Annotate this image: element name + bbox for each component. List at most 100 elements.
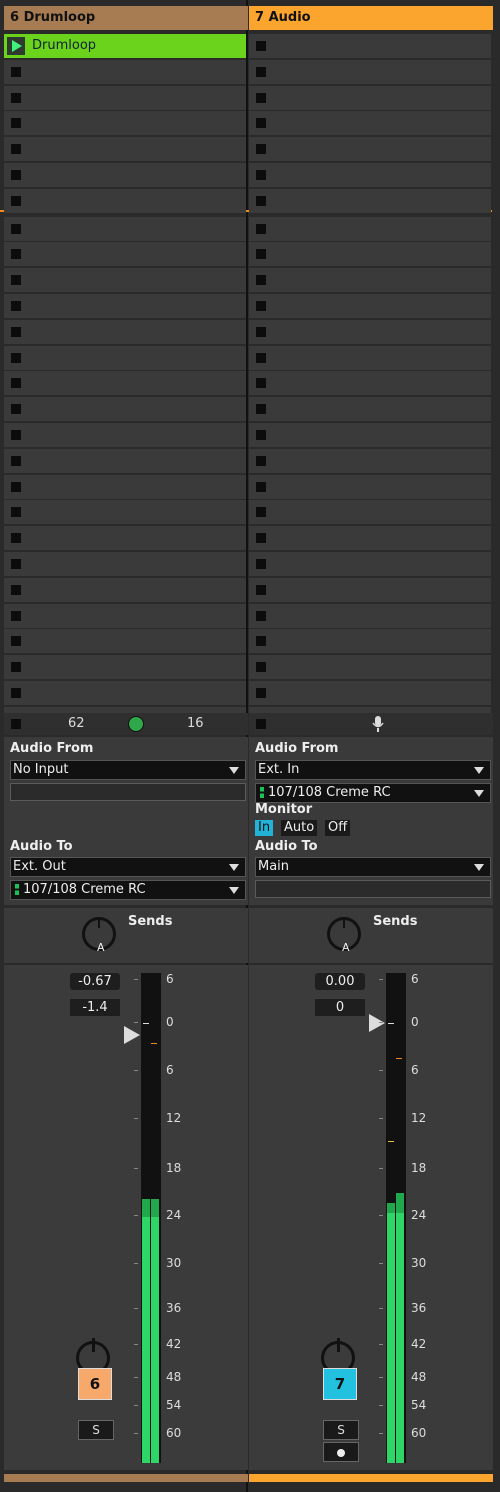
clip-slot[interactable] <box>4 320 246 344</box>
stop-icon[interactable] <box>11 585 21 595</box>
stop-icon[interactable] <box>256 170 266 180</box>
stop-icon[interactable] <box>256 719 266 729</box>
monitor-in-button[interactable]: In <box>255 820 274 836</box>
track-header[interactable]: 7 Audio <box>249 6 493 30</box>
stop-icon[interactable] <box>256 275 266 285</box>
stop-icon[interactable] <box>256 196 266 206</box>
clip-slot[interactable] <box>249 320 491 344</box>
clip-slot[interactable] <box>4 475 246 499</box>
volume-value[interactable]: -0.67 <box>70 973 120 990</box>
stop-icon[interactable] <box>256 482 266 492</box>
clip-slot[interactable] <box>249 137 491 161</box>
stop-icon[interactable] <box>11 662 21 672</box>
solo-button[interactable]: S <box>78 1420 114 1440</box>
clip-slot[interactable] <box>249 629 491 653</box>
stop-icon[interactable] <box>256 67 266 77</box>
clip-slot[interactable] <box>249 552 491 576</box>
stop-icon[interactable] <box>11 224 21 234</box>
volume-fader-handle[interactable] <box>369 1014 385 1032</box>
peak-value[interactable]: 0 <box>315 999 365 1016</box>
stop-icon[interactable] <box>256 378 266 388</box>
clip-slot[interactable] <box>249 655 491 679</box>
stop-icon[interactable] <box>11 482 21 492</box>
input-channel-select[interactable]: 107/108 Creme RC <box>255 783 491 803</box>
stop-icon[interactable] <box>11 301 21 311</box>
stop-icon[interactable] <box>11 688 21 698</box>
stop-icon[interactable] <box>11 636 21 646</box>
stop-icon[interactable] <box>256 430 266 440</box>
stop-icon[interactable] <box>11 67 21 77</box>
stop-icon[interactable] <box>11 378 21 388</box>
track-header[interactable]: 6 Drumloop <box>4 6 248 30</box>
stop-icon[interactable] <box>11 719 21 729</box>
clip-slot[interactable] <box>249 294 491 318</box>
monitor-off-button[interactable]: Off <box>325 820 351 836</box>
clip-slot[interactable] <box>4 346 246 370</box>
play-icon[interactable] <box>7 37 25 55</box>
clip-slot[interactable] <box>249 189 491 213</box>
clip-slot[interactable] <box>4 86 246 110</box>
stop-icon[interactable] <box>11 507 21 517</box>
track-number-button[interactable]: 6 <box>78 1368 112 1400</box>
stop-icon[interactable] <box>256 41 266 51</box>
clip-slot[interactable] <box>249 34 491 58</box>
stop-icon[interactable] <box>11 327 21 337</box>
clip-slot[interactable] <box>4 163 246 187</box>
clip-slot[interactable] <box>249 475 491 499</box>
clip-slot[interactable] <box>249 681 491 705</box>
clip-slot[interactable] <box>249 111 491 135</box>
record-arm-button[interactable] <box>323 1442 359 1462</box>
stop-icon[interactable] <box>11 144 21 154</box>
stop-icon[interactable] <box>256 118 266 128</box>
audio-from-select[interactable]: Ext. In <box>255 760 491 780</box>
stop-icon[interactable] <box>11 456 21 466</box>
clip-slot[interactable] <box>249 268 491 292</box>
clip-slot[interactable] <box>249 242 491 266</box>
clip-slot[interactable] <box>4 294 246 318</box>
track-number-button[interactable]: 7 <box>323 1368 357 1400</box>
clip-slot[interactable] <box>249 449 491 473</box>
clip-slot-drumloop[interactable]: Drumloop <box>4 34 246 58</box>
clip-slot[interactable] <box>4 629 246 653</box>
clip-slot[interactable] <box>4 423 246 447</box>
clip-slot[interactable] <box>249 86 491 110</box>
stop-icon[interactable] <box>11 559 21 569</box>
monitor-auto-button[interactable]: Auto <box>281 820 318 836</box>
clip-slot[interactable] <box>4 500 246 524</box>
stop-icon[interactable] <box>11 118 21 128</box>
stop-icon[interactable] <box>256 611 266 621</box>
clip-slot[interactable] <box>249 163 491 187</box>
audio-from-select[interactable]: No Input <box>10 760 246 780</box>
clip-slot[interactable] <box>4 189 246 213</box>
stop-icon[interactable] <box>11 93 21 103</box>
clip-slot[interactable] <box>249 60 491 84</box>
clip-slot[interactable] <box>4 60 246 84</box>
stop-icon[interactable] <box>11 170 21 180</box>
stop-icon[interactable] <box>11 275 21 285</box>
clip-slot[interactable] <box>249 604 491 628</box>
stop-icon[interactable] <box>11 533 21 543</box>
stop-icon[interactable] <box>256 507 266 517</box>
stop-icon[interactable] <box>256 662 266 672</box>
clip-slot[interactable] <box>4 578 246 602</box>
clip-slot[interactable] <box>249 423 491 447</box>
clip-slot[interactable] <box>249 500 491 524</box>
clip-slot[interactable] <box>4 111 246 135</box>
stop-icon[interactable] <box>256 353 266 363</box>
audio-to-select[interactable]: Main <box>255 857 491 877</box>
clip-slot[interactable] <box>249 526 491 550</box>
clip-slot[interactable] <box>249 346 491 370</box>
stop-icon[interactable] <box>11 611 21 621</box>
stop-icon[interactable] <box>256 249 266 259</box>
stop-icon[interactable] <box>256 327 266 337</box>
stop-icon[interactable] <box>256 456 266 466</box>
clip-slot[interactable] <box>4 552 246 576</box>
volume-value[interactable]: 0.00 <box>315 973 365 990</box>
solo-button[interactable]: S <box>323 1420 359 1440</box>
input-channel-select[interactable] <box>10 783 246 801</box>
clip-slot[interactable] <box>4 371 246 395</box>
stop-icon[interactable] <box>11 249 21 259</box>
clip-slot[interactable] <box>4 217 246 241</box>
clip-slot[interactable] <box>4 449 246 473</box>
clip-slot[interactable] <box>4 681 246 705</box>
